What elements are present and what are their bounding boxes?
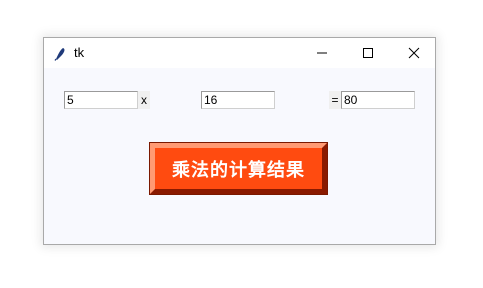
operand2-input[interactable] (201, 91, 275, 109)
form-area: x = 乘法的计算结果 (44, 68, 435, 244)
minimize-button[interactable] (299, 38, 345, 68)
maximize-icon (362, 44, 374, 63)
operator-label: x (138, 91, 150, 109)
maximize-button[interactable] (345, 38, 391, 68)
feather-icon (52, 46, 68, 61)
close-icon (408, 44, 420, 63)
close-button[interactable] (391, 38, 437, 68)
result-input[interactable] (341, 91, 415, 109)
app-window: tk x = 乘法的计算结果 (43, 37, 436, 245)
minimize-icon (316, 44, 328, 63)
calculate-button[interactable]: 乘法的计算结果 (149, 142, 328, 195)
calculate-button-label: 乘法的计算结果 (172, 159, 305, 181)
window-title: tk (74, 45, 85, 60)
title-bar[interactable]: tk (44, 38, 435, 68)
equals-label: = (329, 91, 341, 109)
operand1-input[interactable] (64, 91, 138, 109)
